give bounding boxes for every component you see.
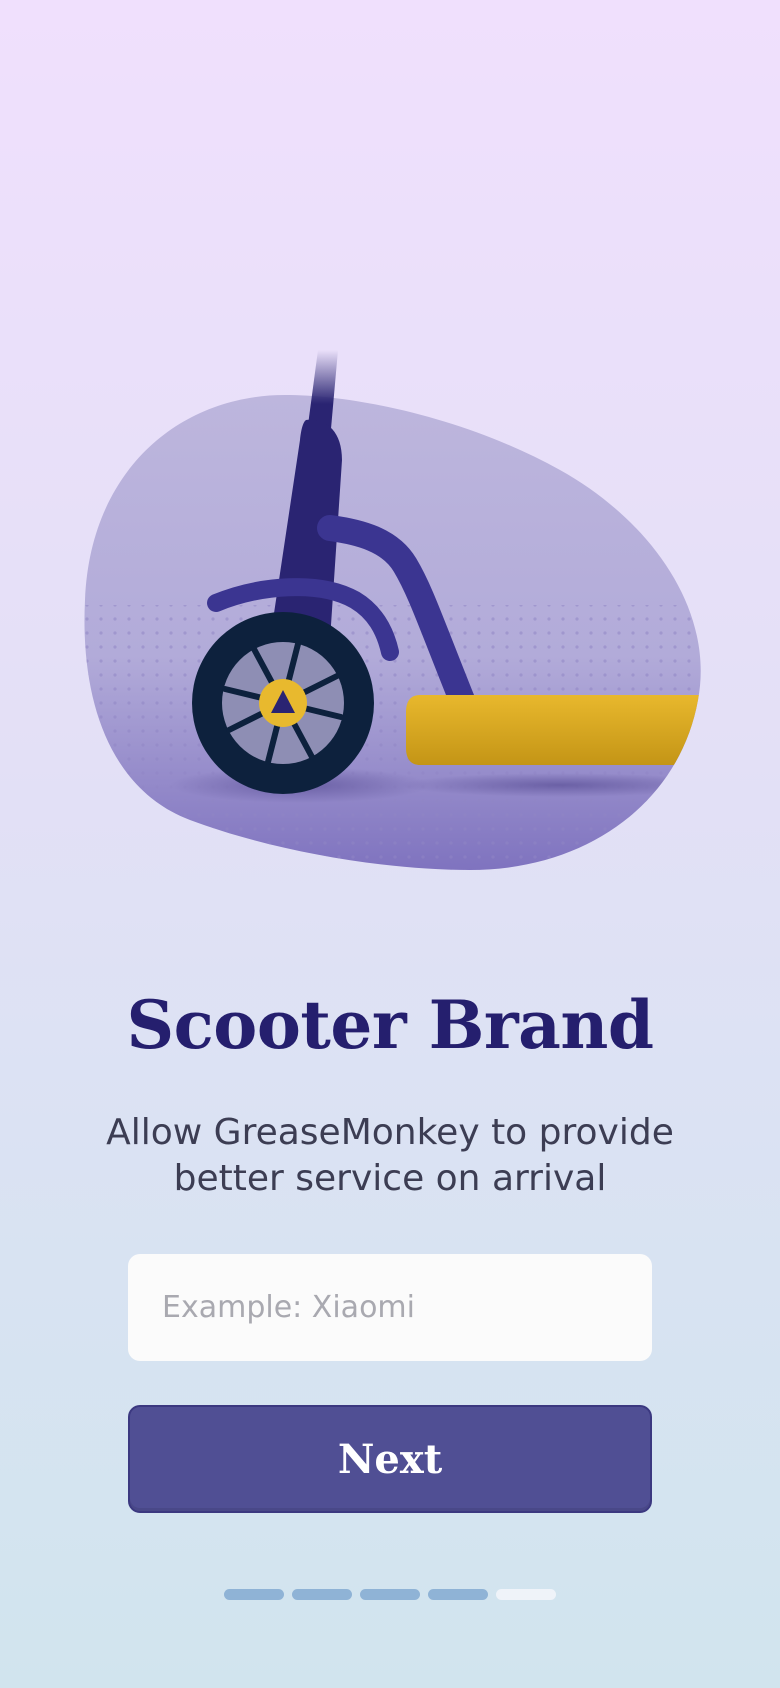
progress-step-1	[224, 1589, 284, 1600]
page-subtitle: Allow GreaseMonkey to provide better ser…	[106, 1112, 674, 1199]
page-title: Scooter Brand	[126, 986, 654, 1064]
progress-step-4	[428, 1589, 488, 1600]
progress-indicator	[224, 1589, 556, 1600]
scooter-illustration	[84, 350, 701, 870]
progress-step-2	[292, 1589, 352, 1600]
scooter-wheel	[192, 612, 374, 794]
progress-step-3	[360, 1589, 420, 1600]
scooter-brand-input[interactable]	[128, 1254, 652, 1361]
next-button[interactable]: Next	[128, 1405, 652, 1513]
progress-step-5	[496, 1589, 556, 1600]
